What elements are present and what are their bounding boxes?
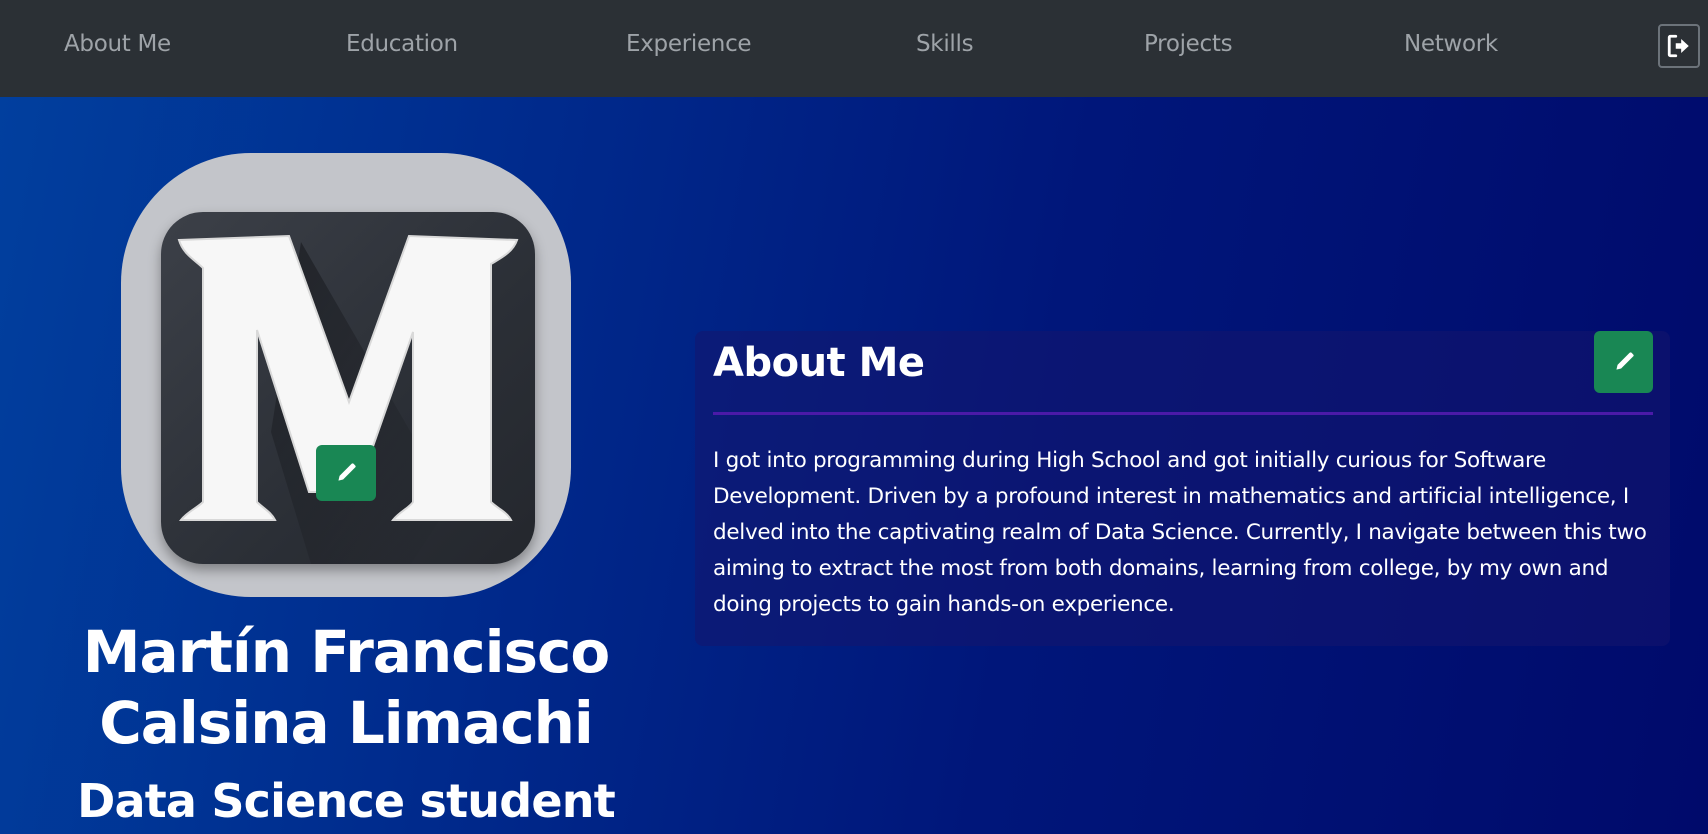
nav-item-about-me[interactable]: About Me bbox=[64, 28, 171, 60]
logout-button[interactable] bbox=[1658, 24, 1700, 68]
profile-subtitle: Data Science student bbox=[77, 774, 616, 828]
nav-item-network[interactable]: Network bbox=[1404, 28, 1498, 60]
profile-name: Martín Francisco Calsina Limachi bbox=[82, 618, 611, 757]
nav-item-education[interactable]: Education bbox=[346, 28, 458, 60]
avatar-edit-button[interactable] bbox=[316, 445, 376, 501]
about-me-text: I got into programming during High Schoo… bbox=[713, 448, 1647, 617]
nav-item-projects[interactable]: Projects bbox=[1144, 28, 1233, 60]
nav-item-experience[interactable]: Experience bbox=[626, 28, 752, 60]
avatar bbox=[121, 153, 571, 597]
about-me-card: About Me I got into programming during H… bbox=[695, 331, 1670, 646]
about-me-divider bbox=[713, 412, 1653, 415]
logout-icon bbox=[1667, 34, 1689, 58]
pencil-icon bbox=[338, 463, 356, 481]
top-navbar: About Me Education Experience Skills Pro… bbox=[0, 0, 1708, 97]
about-me-edit-button[interactable] bbox=[1594, 331, 1653, 393]
avatar-logo-tile bbox=[161, 212, 535, 564]
hero-section: Martín Francisco Calsina Limachi Data Sc… bbox=[0, 97, 1708, 834]
m-logo-icon bbox=[177, 234, 519, 564]
about-me-title: About Me bbox=[713, 340, 925, 386]
pencil-icon bbox=[1615, 352, 1634, 370]
nav-item-skills[interactable]: Skills bbox=[916, 28, 974, 60]
